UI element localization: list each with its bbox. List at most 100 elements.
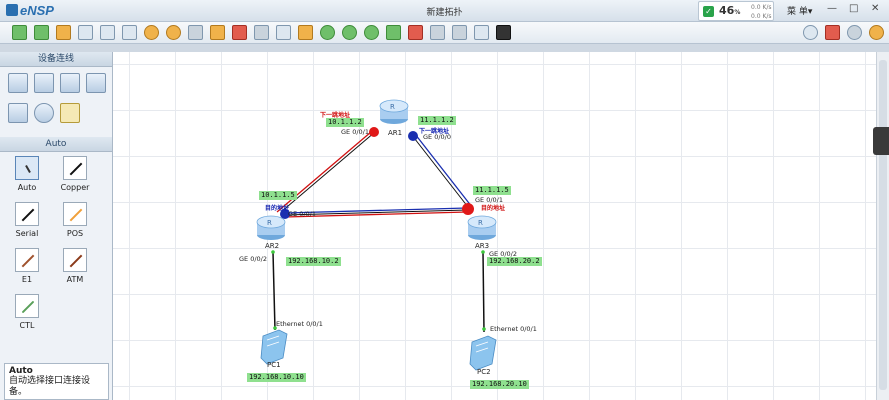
pc1-name: PC1 <box>267 361 281 369</box>
cable-auto[interactable]: Auto <box>8 156 46 192</box>
cable-category-icon[interactable] <box>60 103 80 123</box>
link-ar1-ar3[interactable] <box>410 133 469 208</box>
print-icon[interactable] <box>122 25 137 40</box>
copper-cable-icon <box>69 162 83 176</box>
start-device-icon[interactable] <box>386 25 401 40</box>
new-topology-icon[interactable] <box>12 25 27 40</box>
close-button[interactable]: ✕ <box>871 3 879 14</box>
ar3-bottom-ip: 192.168.20.2 <box>487 257 542 266</box>
ar1-name: AR1 <box>388 129 403 137</box>
ar2-bottom-ip: 192.168.10.2 <box>286 257 341 266</box>
check-icon: ✓ <box>703 6 714 17</box>
ar2-name: AR2 <box>265 242 280 250</box>
ar3-top-ip: 11.1.1.5 <box>473 186 511 195</box>
pc1-icon[interactable] <box>260 329 288 365</box>
ar1-right-port: GE 0/0/0 <box>423 133 451 141</box>
ar2-top-ip: 10.1.1.5 <box>259 191 297 200</box>
title-bar: eNSP 新建拓扑 ✓ 46% 0.0 K/s 0.0 K/s 菜 单▾ — □… <box>0 0 889 22</box>
delete-icon[interactable] <box>232 25 247 40</box>
router-ar2-icon[interactable]: R <box>256 215 286 240</box>
save-as-icon[interactable] <box>100 25 115 40</box>
fit-view-icon[interactable] <box>364 25 379 40</box>
router-ar3-icon[interactable]: R <box>467 215 497 240</box>
help-icon[interactable] <box>869 25 884 40</box>
port-dot-pc2 <box>482 327 486 331</box>
ar2-top-port: GE 0/0/1 <box>288 210 316 218</box>
cable-atm[interactable]: ATM <box>56 248 94 284</box>
switch-category-icon[interactable] <box>34 73 54 93</box>
link-ar1-ar2[interactable] <box>280 131 376 213</box>
ar1-left-ip: 10.1.1.2 <box>326 118 364 127</box>
eraser-icon[interactable] <box>254 25 269 40</box>
cable-copper[interactable]: Copper <box>56 156 94 192</box>
ctl-cable-icon <box>21 300 35 314</box>
palette-icon[interactable] <box>298 25 313 40</box>
topology-links: R R R <box>256 99 497 371</box>
device-panel: 设备连线 Auto Auto Copper Serial POS E1 ATM … <box>0 52 113 400</box>
router-category-icon[interactable] <box>8 73 28 93</box>
lightning-icon <box>25 165 31 173</box>
menu-button[interactable]: 菜 单▾ <box>787 4 812 17</box>
pc2-name: PC2 <box>477 368 491 376</box>
select-pointer-icon[interactable] <box>188 25 203 40</box>
wlan-category-icon[interactable] <box>60 73 80 93</box>
minimize-button[interactable]: — <box>827 3 837 14</box>
blue-path-ar1-ar3 <box>414 133 473 208</box>
scroll-thumb[interactable] <box>879 60 887 390</box>
ar3-dest-note: 目的地址 <box>481 205 506 212</box>
ar2-dest-note: 目的地址 <box>265 205 290 212</box>
open-icon[interactable] <box>56 25 71 40</box>
zoom-out-icon[interactable] <box>342 25 357 40</box>
undo-icon[interactable] <box>144 25 159 40</box>
pc2-icon[interactable] <box>469 335 497 371</box>
grid-icon[interactable] <box>452 25 467 40</box>
pc2-port: Ethernet 0/0/1 <box>490 325 537 333</box>
pos-cable-icon <box>69 208 83 222</box>
atm-cable-icon <box>69 254 83 268</box>
pc1-port: Ethernet 0/0/1 <box>276 320 323 328</box>
red-endpoint-ar1 <box>369 127 379 137</box>
hand-drag-icon[interactable] <box>210 25 225 40</box>
redo-icon[interactable] <box>166 25 181 40</box>
topology-view-icon[interactable] <box>474 25 489 40</box>
cable-pos[interactable]: POS <box>56 202 94 238</box>
serial-cable-icon <box>21 208 35 222</box>
terminal-icon[interactable] <box>496 25 511 40</box>
devices-header: 设备连线 <box>0 52 112 67</box>
link-ar2-pc1[interactable] <box>272 251 276 331</box>
ar3-name: AR3 <box>475 242 490 250</box>
pc2-ip: 192.168.20.10 <box>470 380 529 389</box>
chat-icon[interactable] <box>803 25 818 40</box>
topology-canvas[interactable]: R R R 下一跳地址 10.1.1.2 GE 0/0/1 AR1 11.1.1… <box>113 52 876 400</box>
pc-category-icon[interactable] <box>8 103 28 123</box>
stop-device-icon[interactable] <box>408 25 423 40</box>
ar2-bottom-port: GE 0/0/2 <box>239 255 267 263</box>
text-annotation-icon[interactable] <box>276 25 291 40</box>
cable-e1[interactable]: E1 <box>8 248 46 284</box>
cloud-category-icon[interactable] <box>34 103 54 123</box>
maximize-button[interactable]: □ <box>849 3 858 14</box>
cpu-usage: 46% <box>719 4 741 17</box>
red-endpoint-ar3 <box>462 203 474 215</box>
vertical-scrollbar[interactable] <box>876 52 889 400</box>
link-ar3-pc2[interactable] <box>482 251 485 333</box>
ar1-right-ip: 11.1.1.2 <box>418 116 456 125</box>
side-panel-tab[interactable] <box>873 127 889 155</box>
firewall-category-icon[interactable] <box>86 73 106 93</box>
auto-header: Auto <box>0 137 112 152</box>
new-lab-icon[interactable] <box>34 25 49 40</box>
svg-text:R: R <box>390 103 395 111</box>
router-ar1-icon[interactable]: R <box>379 99 409 124</box>
cable-ctl[interactable]: CTL <box>8 294 46 330</box>
save-icon[interactable] <box>78 25 93 40</box>
huawei-logo-icon[interactable] <box>825 25 840 40</box>
port-dot-ar2 <box>271 250 275 254</box>
capture-icon[interactable] <box>430 25 445 40</box>
red-path-ar1-ar2 <box>276 131 372 213</box>
cable-serial[interactable]: Serial <box>8 202 46 238</box>
pc1-ip: 192.168.10.10 <box>247 373 306 382</box>
svg-text:R: R <box>267 219 272 227</box>
zoom-in-icon[interactable] <box>320 25 335 40</box>
settings-gear-icon[interactable] <box>847 25 862 40</box>
status-monitor[interactable]: ✓ 46% 0.0 K/s 0.0 K/s <box>698 1 774 21</box>
